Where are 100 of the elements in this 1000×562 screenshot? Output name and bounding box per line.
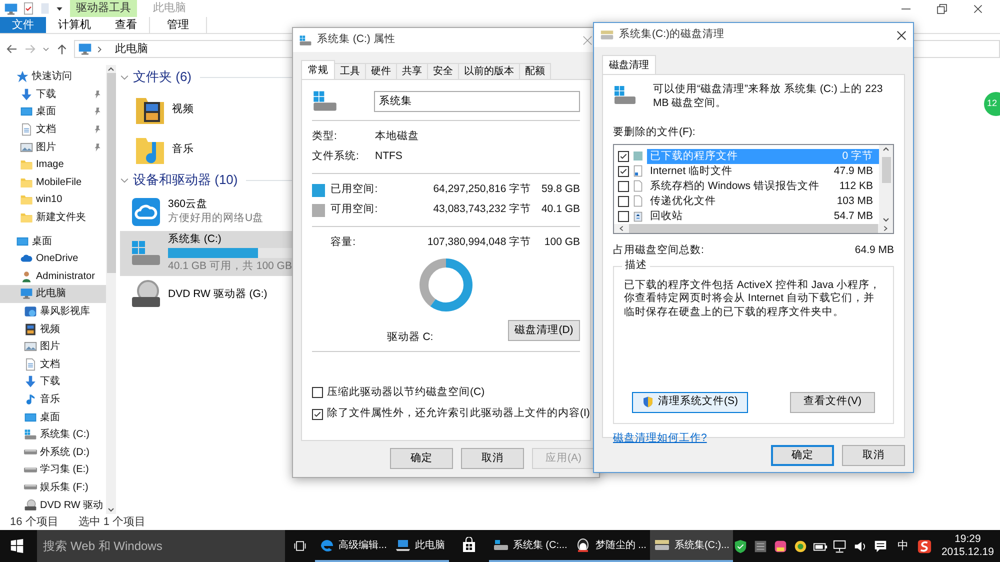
taskbar-app[interactable]: 系统集 (C:... — [488, 530, 572, 562]
checkbox[interactable] — [618, 180, 629, 192]
shield-icon[interactable] — [733, 538, 748, 554]
scrollbar[interactable] — [106, 65, 116, 514]
scroll-right-icon[interactable] — [882, 224, 889, 232]
checkbox[interactable] — [312, 386, 323, 398]
dialog-button[interactable]: 取消 — [461, 448, 524, 469]
status-text: 16 个项目 — [10, 514, 58, 530]
folder-item[interactable]: 音乐 — [120, 130, 290, 170]
nav-item[interactable]: 学习集 (E:) — [0, 461, 106, 479]
nav-item[interactable]: 文档 — [0, 120, 106, 138]
tab[interactable]: 常规 — [301, 60, 335, 79]
tab[interactable]: 磁盘清理 — [602, 55, 656, 74]
file-size: 112 KB — [839, 180, 873, 194]
checkbox-option[interactable]: 压缩此驱动器以节约磁盘空间(C) — [312, 386, 580, 400]
section-header[interactable]: 文件夹 (6) — [133, 69, 192, 86]
scrollbar[interactable] — [879, 144, 893, 224]
disk-cleanup-button[interactable]: 磁盘清理(D) — [508, 320, 580, 342]
taskbar-app[interactable]: 系统集(C:)... — [650, 530, 734, 562]
file-list-row[interactable]: 系统存档的 Windows 错误报告文件 112 KB — [614, 178, 879, 194]
restore-icon[interactable] — [936, 2, 948, 14]
nav-item[interactable]: Image — [0, 156, 106, 174]
nav-item[interactable]: 娱乐集 (F:) — [0, 478, 106, 496]
network-icon[interactable] — [833, 538, 848, 554]
section-header[interactable]: 设备和驱动器 (10) — [133, 172, 238, 189]
nav-item[interactable]: DVD RW 驱动 — [0, 496, 106, 514]
nav-item[interactable]: 快速访问 — [0, 68, 106, 86]
monitor-icon[interactable] — [4, 2, 18, 16]
folder-item[interactable]: 视频 — [120, 90, 290, 130]
messenger-icon[interactable] — [793, 538, 808, 554]
nav-item[interactable]: 下载 — [0, 373, 106, 391]
scrollbar-thumb[interactable] — [106, 73, 116, 273]
drive-item[interactable]: DVD RW 驱动器 (G:) — [120, 276, 300, 314]
notification-icon[interactable] — [873, 538, 888, 554]
nav-item[interactable]: OneDrive — [0, 250, 106, 268]
address-path: 此电脑 — [114, 42, 148, 56]
person-icon — [20, 270, 33, 283]
input-method-icon[interactable] — [917, 538, 932, 554]
tab[interactable]: 共享 — [396, 63, 428, 79]
ribbon-tab[interactable]: 查看 — [103, 17, 149, 33]
nav-item[interactable]: Administrator — [0, 268, 106, 286]
task-view-icon[interactable] — [292, 539, 307, 553]
collapse-chevron-icon[interactable] — [120, 176, 129, 185]
scrollbar-thumb[interactable] — [882, 156, 890, 183]
checkbox[interactable] — [618, 150, 629, 162]
scroll-up-icon[interactable] — [107, 65, 115, 73]
help-link[interactable]: 磁盘清理如何工作? — [613, 432, 707, 446]
nav-item[interactable]: 下载 — [0, 86, 106, 104]
collapse-chevron-icon[interactable] — [120, 72, 129, 82]
nav-item[interactable]: 文档 — [0, 356, 106, 374]
checkbox[interactable] — [312, 408, 323, 420]
nav-item[interactable]: 图片 — [0, 138, 106, 156]
nav-item[interactable]: 桌面 — [0, 408, 106, 426]
close-icon[interactable] — [972, 2, 984, 14]
up-arrow-icon[interactable] — [56, 43, 68, 55]
scroll-down-icon[interactable] — [107, 506, 115, 514]
document-icon — [632, 165, 644, 178]
scroll-down-icon[interactable] — [882, 216, 890, 224]
view-files-button[interactable]: 查看文件(V) — [790, 392, 875, 413]
file-list-row[interactable]: Internet 临时文件 47.9 MB — [614, 164, 879, 179]
total-label: 占用磁盘空间总数: — [613, 244, 704, 258]
app-icon[interactable] — [753, 538, 768, 554]
chat-app-icon[interactable] — [773, 538, 788, 554]
file-list-row[interactable]: 回收站 54.7 MB — [614, 208, 879, 224]
clock-date[interactable]: 2015.12.19 — [941, 546, 994, 559]
nav-item[interactable]: win10 — [0, 191, 106, 209]
tab[interactable]: 工具 — [334, 63, 366, 79]
nav-item[interactable]: 新建文件夹 — [0, 208, 106, 226]
clock-time[interactable]: 19:29 — [941, 533, 994, 546]
nav-item[interactable]: 图片 — [0, 338, 106, 356]
nav-item[interactable]: 系统集 (C:) — [0, 426, 106, 444]
checkbox[interactable] — [618, 166, 629, 177]
close-icon[interactable] — [896, 30, 907, 40]
scroll-left-icon[interactable] — [618, 224, 625, 232]
file-list-row[interactable]: 传递优化文件 103 MB — [614, 194, 879, 209]
nav-item[interactable]: MobileFile — [0, 174, 106, 192]
nav-item[interactable]: 暴风影视库 — [0, 302, 106, 320]
dialog-button[interactable]: 确定 — [771, 445, 834, 466]
dialog-button[interactable]: 确定 — [390, 448, 453, 469]
back-arrow-icon[interactable] — [6, 43, 18, 55]
taskbar-app[interactable]: 高级编辑... — [314, 530, 391, 562]
tab[interactable]: 配额 — [519, 63, 551, 79]
checklist-icon[interactable] — [22, 2, 35, 15]
nav-item[interactable]: 桌面 — [0, 103, 106, 121]
scroll-up-icon[interactable] — [882, 144, 890, 153]
search-field[interactable]: 搜索 Web 和 Windows — [37, 530, 285, 562]
taskbar-app[interactable]: 此电脑 — [390, 530, 449, 562]
input-method-indicator[interactable]: 中 — [893, 538, 912, 554]
nav-item[interactable]: 此电脑 — [0, 285, 106, 303]
ribbon-tab[interactable]: 计算机 — [46, 17, 103, 33]
clean-system-files-button[interactable]: 清理系统文件(S) — [632, 392, 748, 413]
dialog-button[interactable]: 取消 — [842, 445, 905, 466]
checkbox[interactable] — [618, 210, 629, 222]
nav-item[interactable]: 桌面 — [0, 232, 106, 250]
nav-item[interactable]: 音乐 — [0, 390, 106, 408]
nav-item[interactable]: 外系统 (D:) — [0, 443, 106, 462]
nav-item[interactable]: 视频 — [0, 320, 106, 338]
name-field[interactable]: 系统集 — [374, 90, 580, 112]
file-menu-tab[interactable]: 文件 — [0, 17, 46, 33]
checkbox[interactable] — [618, 196, 629, 207]
